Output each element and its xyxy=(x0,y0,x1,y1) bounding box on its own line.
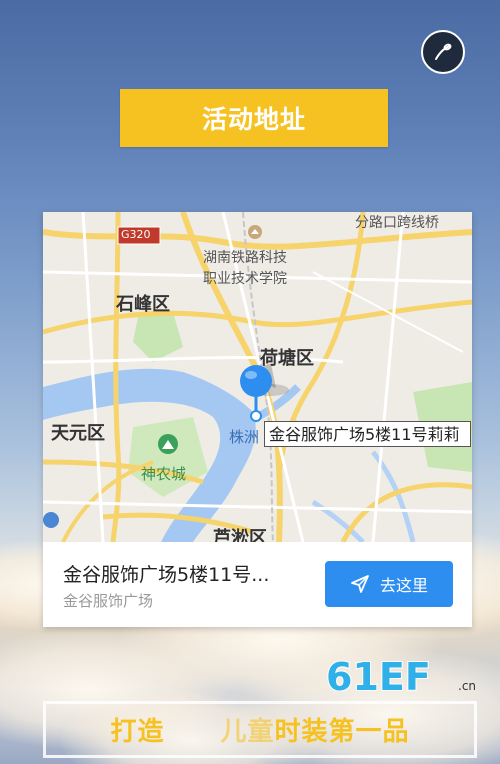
logo-text: 61EF xyxy=(326,656,431,696)
logo-suffix: .cn xyxy=(458,679,476,693)
map-label-shifeng: 石峰区 xyxy=(116,294,170,315)
page-title: 活动地址 xyxy=(120,89,388,147)
map-label-university-2: 职业技术学院 xyxy=(203,271,287,287)
map-label-overpass: 分路口跨线桥 xyxy=(355,215,439,231)
map-label-university: 湖南铁路科技 xyxy=(203,250,287,266)
slogan-part-2: 儿童 xyxy=(220,717,275,747)
brand-logo: 61EF .cn xyxy=(325,654,476,700)
navigate-button-label: 去这里 xyxy=(379,576,428,595)
slogan-part-3: 时装第一品 xyxy=(274,717,410,747)
navigate-button[interactable]: 去这里 xyxy=(325,561,453,607)
place-subtitle: 金谷服饰广场 xyxy=(63,592,154,610)
map-view[interactable]: G320 湖南铁路科技 职业技术学院 分路口跨线桥 石峰区 荷塘区 天元区 神农… xyxy=(43,212,472,542)
map-label-shennong: 神农城 xyxy=(141,465,187,483)
music-note-icon xyxy=(435,43,452,60)
place-info-bar: 金谷服饰广场5楼11号... 金谷服饰广场 去这里 xyxy=(43,542,472,627)
map-card: G320 湖南铁路科技 职业技术学院 分路口跨线桥 石峰区 荷塘区 天元区 神农… xyxy=(43,212,472,627)
map-pin-icon[interactable] xyxy=(239,364,273,422)
navigation-arrow-icon xyxy=(351,575,369,593)
music-toggle-button[interactable] xyxy=(421,30,465,74)
map-label-zhuzhou: 株洲 xyxy=(229,428,260,446)
map-label-lusong: 芦淞区 xyxy=(213,528,267,542)
slogan-part-1: 打造 xyxy=(110,717,165,747)
slogan-banner: 打造 儿童 时装第一品 xyxy=(43,701,477,758)
place-name: 金谷服饰广场5楼11号... xyxy=(63,564,270,586)
map-label-tianyuan: 天元区 xyxy=(51,423,105,444)
highway-label: G320 xyxy=(121,228,151,241)
map-label-hetang: 荷塘区 xyxy=(260,348,314,369)
pin-address-bubble[interactable]: 金谷服饰广场5楼11号莉莉 xyxy=(264,421,471,447)
